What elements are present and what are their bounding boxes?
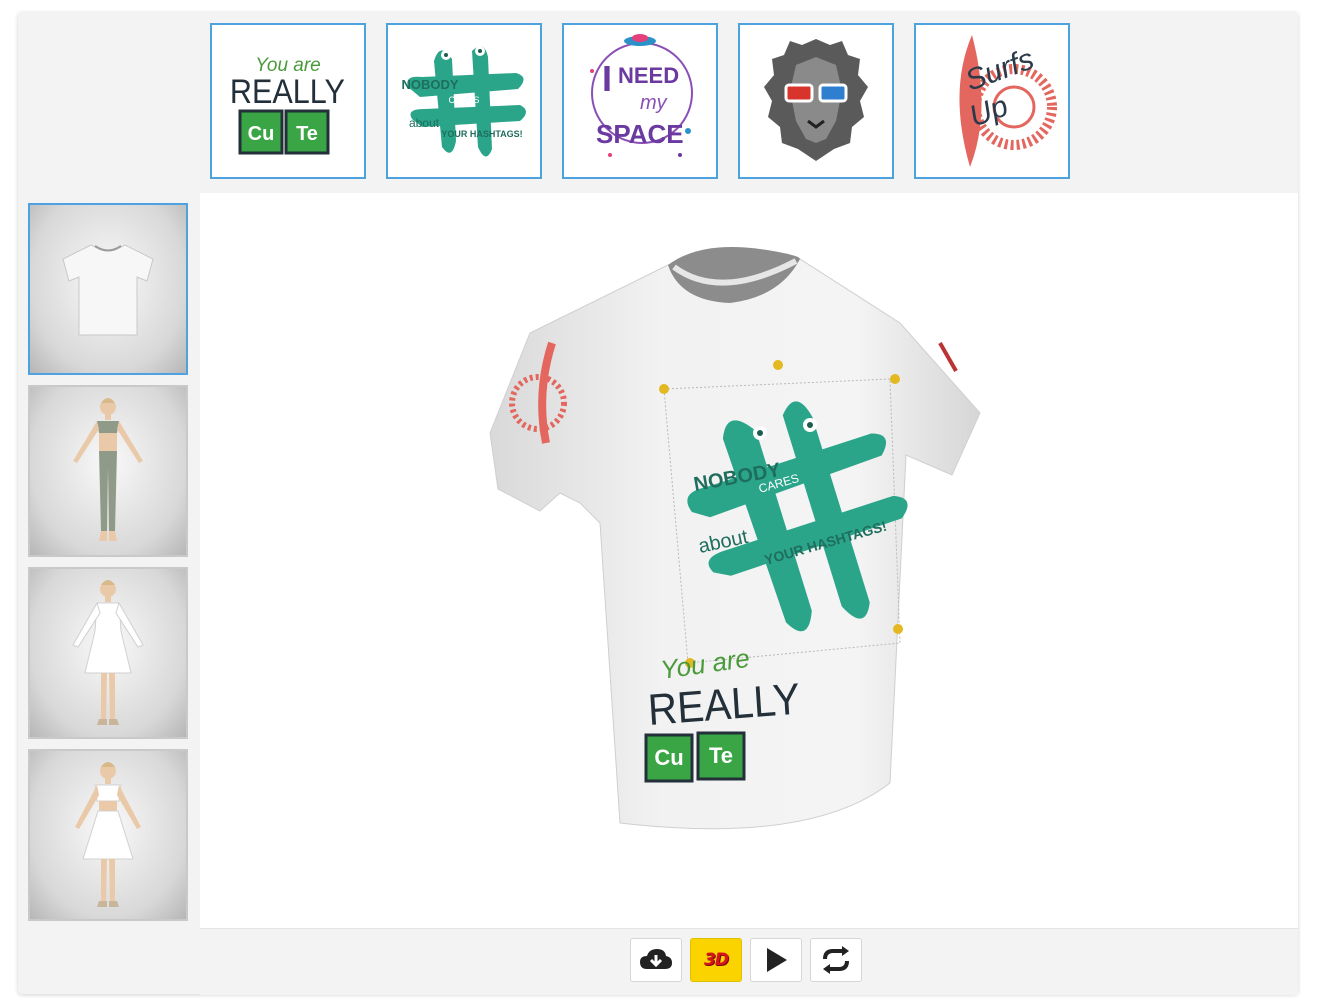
svg-text:YOUR HASHTAGS!: YOUR HASHTAGS! [441, 129, 522, 139]
rotate-icon [823, 946, 849, 974]
svg-text:NEED: NEED [618, 63, 679, 88]
model-tile-avatar-dress[interactable] [28, 567, 188, 739]
svg-text:my: my [640, 92, 668, 114]
svg-text:Te: Te [296, 123, 318, 145]
design-strip: You are REALLY Cu Te NOBODY CARES about … [210, 23, 1070, 183]
svg-text:REALLY: REALLY [230, 73, 345, 111]
hashtags-design: NOBODY CARES about YOUR HASHTAGS! [401, 46, 526, 157]
svg-text:Te: Te [709, 743, 733, 768]
really-cute-design: You are REALLY Cu Te [230, 55, 345, 155]
app-container: You are REALLY Cu Te NOBODY CARES about … [18, 12, 1298, 995]
view-3d-label: 3D [704, 950, 729, 970]
design-tile-surfs-up[interactable]: Surfs Up [914, 23, 1070, 179]
design-tile-lion-glasses[interactable] [738, 23, 894, 179]
cloud-download-icon [640, 949, 672, 969]
design-tile-really-cute[interactable]: You are REALLY Cu Te [210, 23, 366, 179]
model-list [28, 203, 188, 921]
design-tile-hashtags[interactable]: NOBODY CARES about YOUR HASHTAGS! [386, 23, 542, 179]
download-button[interactable] [630, 938, 682, 982]
avatar-skirt-icon [75, 762, 141, 907]
lion-3d-glasses-icon [764, 39, 868, 161]
tshirt-icon [62, 244, 154, 336]
surfs-up-design: Surfs Up [959, 35, 1057, 167]
svg-text:SPACE: SPACE [596, 119, 684, 149]
tshirt-3d-preview[interactable]: NOBODY CARES about YOUR HASHTAGS! You ar… [200, 193, 1298, 928]
toolbar-buttons: 3D [630, 938, 862, 982]
svg-text:NOBODY: NOBODY [401, 77, 458, 92]
svg-text:I: I [602, 58, 612, 99]
play-button[interactable] [750, 938, 802, 982]
model-tile-tshirt[interactable] [28, 203, 188, 375]
svg-text:Cu: Cu [248, 123, 275, 145]
view-3d-button[interactable]: 3D [690, 938, 742, 982]
svg-text:CARES: CARES [448, 95, 479, 105]
3d-viewer[interactable]: NOBODY CARES about YOUR HASHTAGS! You ar… [200, 193, 1298, 928]
need-space-design: I NEED my SPACE [590, 34, 693, 157]
avatar-dress-icon [72, 580, 144, 725]
rotate-button[interactable] [810, 938, 862, 982]
model-tile-avatar-skirt[interactable] [28, 749, 188, 921]
viewer-toolbar: 3D [200, 928, 1298, 995]
model-tile-avatar-sport[interactable] [28, 385, 188, 557]
avatar-sport-icon [73, 398, 143, 541]
design-tile-need-space[interactable]: I NEED my SPACE [562, 23, 718, 179]
svg-text:about: about [409, 116, 440, 130]
svg-text:Cu: Cu [654, 745, 683, 770]
play-icon [767, 948, 787, 972]
